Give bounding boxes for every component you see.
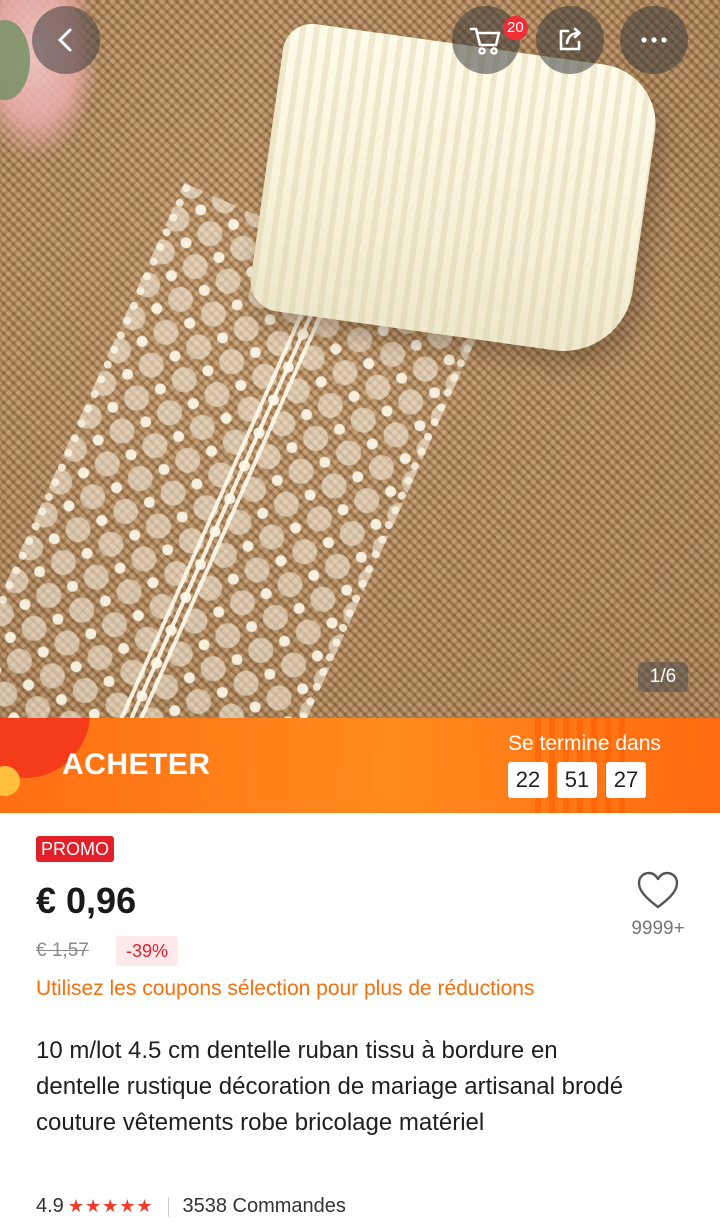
wishlist-count: 9999+ — [631, 918, 685, 939]
countdown-label: Se termine dans — [508, 732, 661, 755]
rating-value: 4.9 — [36, 1195, 64, 1217]
countdown-minutes: 51 — [557, 762, 597, 798]
countdown-separator — [548, 762, 557, 798]
chevron-left-icon — [58, 28, 72, 52]
cart-icon — [469, 27, 501, 55]
heart-icon[interactable] — [636, 870, 680, 910]
product-title: 10 m/lot 4.5 cm dentelle ruban tissu à b… — [36, 1037, 624, 1136]
more-options-button[interactable] — [620, 6, 688, 74]
discount-tag: -39% — [116, 936, 179, 966]
original-price: € 1,57 — [36, 940, 89, 961]
more-dots-icon — [641, 37, 667, 43]
lace-ribbon-roll — [246, 19, 664, 361]
coupon-link[interactable]: Utilisez les coupons sélection pour plus… — [36, 977, 534, 1001]
divider — [167, 1196, 169, 1217]
back-button[interactable] — [32, 6, 100, 74]
countdown-seconds: 27 — [606, 762, 646, 798]
countdown-hours: 22 — [508, 762, 548, 798]
cart-count-badge: 20 — [503, 16, 528, 40]
orders-count: 3538 Commandes — [182, 1195, 346, 1217]
flash-deal-title: ACHETER — [62, 748, 211, 781]
star-rating-icon: ★★★★★ — [67, 1196, 154, 1216]
current-price: € 0,96 — [36, 880, 137, 921]
rating-row[interactable]: 4.9 ★★★★★ 3538 Commandes — [36, 1195, 346, 1218]
share-button[interactable] — [536, 6, 604, 74]
countdown-timer: 22 51 27 — [508, 762, 646, 798]
product-image-gallery[interactable]: 20 1/6 — [0, 0, 720, 718]
promo-badge: PROMO — [36, 836, 115, 862]
share-icon — [559, 27, 581, 51]
gallery-page-indicator: 1/6 — [638, 662, 688, 692]
countdown-separator — [597, 762, 606, 798]
flash-deal-banner[interactable]: ACHETER Se termine dans 22 51 27 — [0, 718, 720, 813]
